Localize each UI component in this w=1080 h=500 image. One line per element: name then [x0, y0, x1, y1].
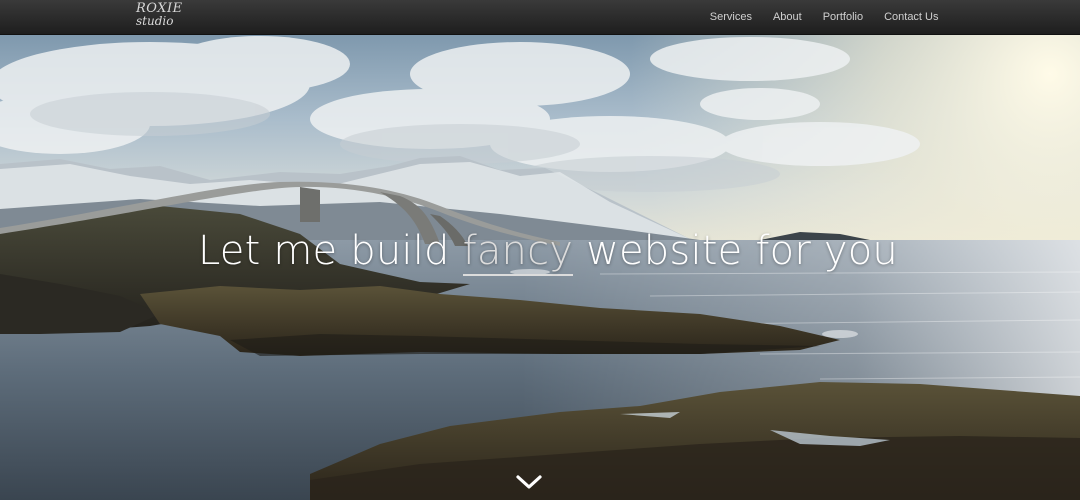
hero-headline-text-start: Let me build — [198, 228, 463, 274]
hero-headline-accent: fancy — [462, 228, 574, 276]
nav-link-portfolio[interactable]: Portfolio — [812, 11, 873, 23]
chevron-down-icon — [516, 475, 542, 489]
hero-headline-text-end: website for you — [573, 228, 898, 274]
nav-menu: Services About Portfolio Contact Us — [699, 0, 949, 34]
nav-link-services[interactable]: Services — [699, 11, 762, 23]
top-navbar: ROXIE studio Services About Portfolio Co… — [0, 0, 1080, 35]
nav-link-about[interactable]: About — [762, 11, 812, 23]
page: ROXIE studio Services About Portfolio Co… — [0, 0, 1080, 500]
hero-headline: Let me build fancy website for you — [0, 228, 1080, 276]
brand-logo-line2: studio — [136, 14, 174, 28]
brand-logo[interactable]: ROXIE studio — [136, 2, 183, 28]
scroll-down-button[interactable] — [516, 472, 542, 492]
hero-section: Let me build fancy website for you — [0, 34, 1080, 500]
nav-link-contact[interactable]: Contact Us — [874, 11, 949, 23]
